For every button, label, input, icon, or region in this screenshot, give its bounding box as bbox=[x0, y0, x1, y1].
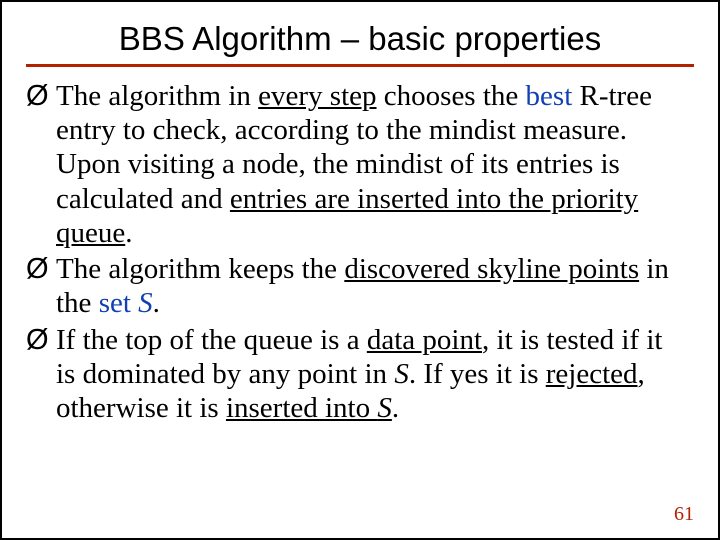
slide-title: BBS Algorithm – basic properties bbox=[26, 20, 694, 58]
emph-set: set bbox=[99, 287, 138, 319]
underline-run: rejected bbox=[546, 358, 638, 390]
text-run: . bbox=[392, 392, 399, 424]
text-run: The algorithm in bbox=[56, 80, 258, 112]
chevron-icon: Ø bbox=[26, 79, 49, 113]
bullet-item-2: Ø The algorithm keeps the discovered sky… bbox=[26, 252, 684, 320]
text-run: If the top of the queue is a bbox=[56, 324, 367, 356]
emph-S: S bbox=[394, 358, 409, 390]
underline-run: data point bbox=[367, 324, 482, 356]
emph-S: S bbox=[138, 287, 153, 319]
underline-run: inserted into bbox=[226, 392, 377, 424]
chevron-icon: Ø bbox=[26, 323, 49, 357]
bullet-item-1: Ø The algorithm in every step chooses th… bbox=[26, 79, 684, 250]
emph-S: S bbox=[377, 392, 392, 424]
text-run: chooses the bbox=[377, 80, 526, 112]
title-rule bbox=[26, 64, 694, 67]
bullet-item-3: Ø If the top of the queue is a data poin… bbox=[26, 323, 684, 426]
chevron-icon: Ø bbox=[26, 252, 49, 286]
text-run: . bbox=[153, 287, 160, 319]
page-number: 61 bbox=[674, 503, 694, 526]
underline-run: every step bbox=[258, 80, 376, 112]
underline-run: discovered skyline points bbox=[344, 253, 639, 285]
text-run: . If yes it is bbox=[409, 358, 546, 390]
text-run: . bbox=[125, 217, 132, 249]
emph-best: best bbox=[526, 80, 573, 112]
slide: BBS Algorithm – basic properties Ø The a… bbox=[0, 0, 720, 540]
slide-body: Ø The algorithm in every step chooses th… bbox=[26, 79, 694, 425]
text-run: The algorithm keeps the bbox=[56, 253, 344, 285]
